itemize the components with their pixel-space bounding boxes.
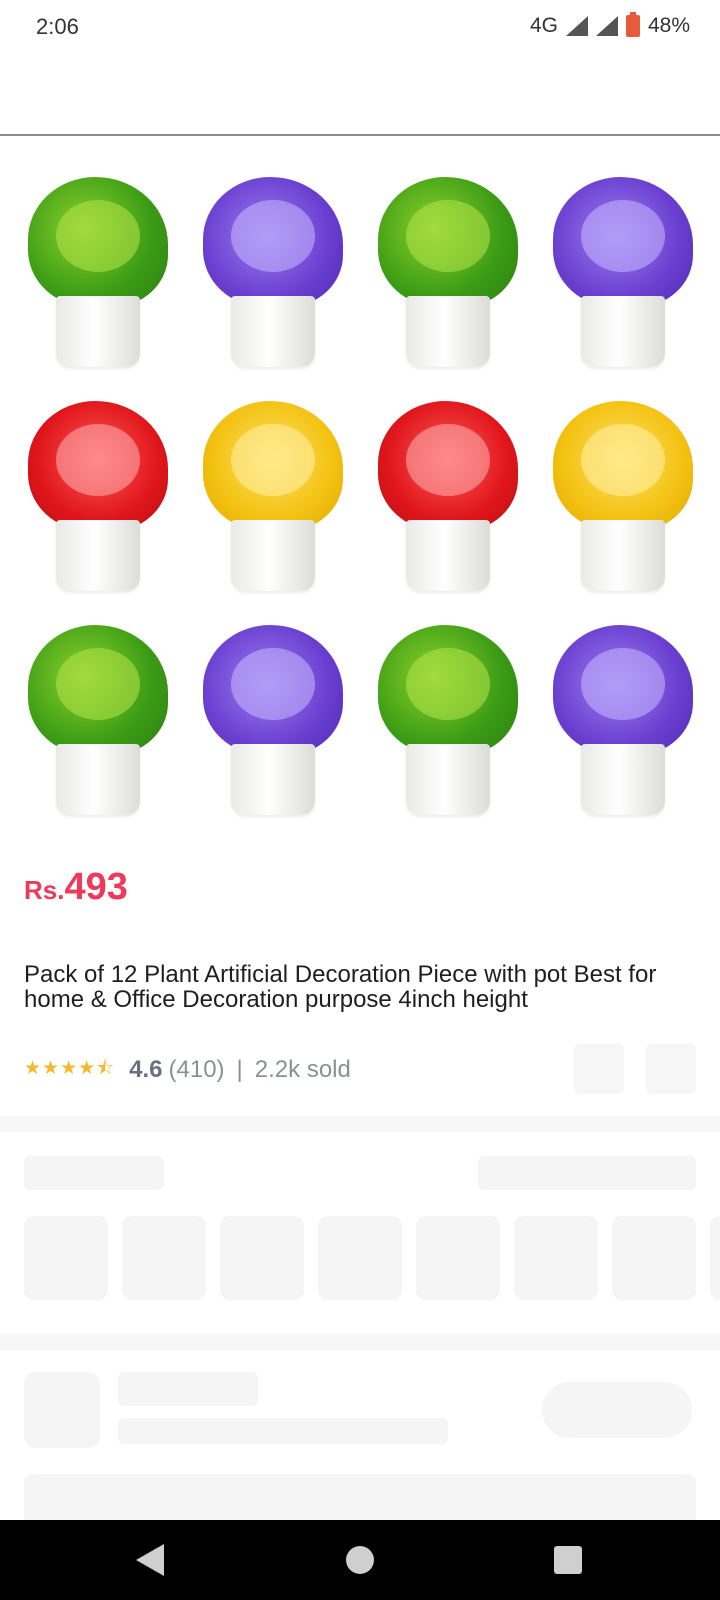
skeleton-option xyxy=(122,1216,206,1300)
skeleton-option xyxy=(220,1216,304,1300)
home-icon[interactable] xyxy=(346,1546,374,1574)
plant-foliage xyxy=(377,624,518,755)
skeleton-follow-button xyxy=(542,1382,692,1438)
plant-foliage xyxy=(552,624,693,755)
signal-icon-2 xyxy=(595,16,618,36)
plant-foliage xyxy=(202,176,343,307)
potted-plant-purple xyxy=(535,616,710,840)
plant-foliage xyxy=(27,176,168,307)
system-nav-bar xyxy=(0,1520,720,1600)
sold-count: 2.2k sold xyxy=(254,1056,351,1083)
plant-pot xyxy=(580,743,665,816)
potted-plant-red xyxy=(360,392,535,616)
network-type: 4G xyxy=(529,14,558,37)
skeleton-label xyxy=(24,1156,164,1190)
header-bar xyxy=(0,56,720,136)
skeleton-option-partial xyxy=(710,1216,720,1300)
potted-plant-green xyxy=(10,616,185,840)
battery-icon xyxy=(625,12,640,37)
potted-plant-yellow xyxy=(185,392,360,616)
plant-pot xyxy=(230,519,315,592)
potted-plant-purple xyxy=(185,616,360,840)
product-title: Pack of 12 Plant Artificial Decoration P… xyxy=(24,961,657,1013)
plant-foliage xyxy=(202,624,343,755)
plant-foliage xyxy=(27,400,168,531)
product-image[interactable] xyxy=(0,150,720,850)
plant-pot xyxy=(580,519,665,592)
plant-pot xyxy=(230,743,315,816)
skeleton-option xyxy=(612,1216,696,1300)
potted-plant-purple xyxy=(185,168,360,392)
plant-pot xyxy=(405,519,490,592)
section-divider xyxy=(0,1116,720,1132)
plant-pot xyxy=(55,295,140,368)
recent-apps-icon[interactable] xyxy=(554,1546,582,1574)
rating-separator: | xyxy=(236,1056,243,1083)
plant-foliage xyxy=(552,400,693,531)
plant-pot xyxy=(55,519,140,592)
plant-pot xyxy=(405,743,490,816)
rating-stars-icon: ★★★★⯪ xyxy=(24,1058,116,1079)
potted-plant-green xyxy=(10,168,185,392)
plant-pot xyxy=(580,295,665,368)
skeleton-avatar xyxy=(24,1372,100,1448)
plant-foliage xyxy=(377,400,518,531)
skeleton-label-right xyxy=(478,1156,696,1190)
price-value: 493 xyxy=(64,866,128,908)
skeleton-option xyxy=(416,1216,500,1300)
skeleton-option xyxy=(514,1216,598,1300)
header-divider xyxy=(0,134,720,136)
status-time: 2:06 xyxy=(36,14,79,39)
plant-foliage xyxy=(377,176,518,307)
share-button[interactable] xyxy=(646,1044,696,1094)
battery-percent: 48% xyxy=(647,14,690,37)
section-divider xyxy=(0,1334,720,1350)
back-icon[interactable] xyxy=(136,1544,164,1576)
plant-foliage xyxy=(552,176,693,307)
status-icons: 4G 48% xyxy=(529,12,690,38)
signal-icon xyxy=(565,16,588,36)
potted-plant-red xyxy=(10,392,185,616)
rating-value: 4.6 xyxy=(129,1056,163,1083)
skeleton-option xyxy=(24,1216,108,1300)
product-price: Rs.493 xyxy=(24,866,128,909)
price-currency: Rs. xyxy=(24,875,65,905)
skeleton-block xyxy=(24,1474,696,1520)
plant-pot xyxy=(55,743,140,816)
skeleton-option xyxy=(318,1216,402,1300)
potted-plant-green xyxy=(360,616,535,840)
potted-plant-green xyxy=(360,168,535,392)
rating-row[interactable]: ★★★★⯪ 4.6 (410) | 2.2k sold xyxy=(24,1054,351,1086)
review-count: (410) xyxy=(168,1056,225,1083)
potted-plant-purple xyxy=(535,168,710,392)
plant-pot xyxy=(230,295,315,368)
skeleton-shop-info xyxy=(118,1418,448,1444)
plant-foliage xyxy=(202,400,343,531)
potted-plant-yellow xyxy=(535,392,710,616)
plant-foliage xyxy=(27,624,168,755)
plant-pot xyxy=(405,295,490,368)
wishlist-button[interactable] xyxy=(574,1044,624,1094)
status-bar: 2:06 4G 48% xyxy=(0,0,720,56)
plant-grid xyxy=(10,168,710,840)
skeleton-shop-name xyxy=(118,1372,258,1406)
